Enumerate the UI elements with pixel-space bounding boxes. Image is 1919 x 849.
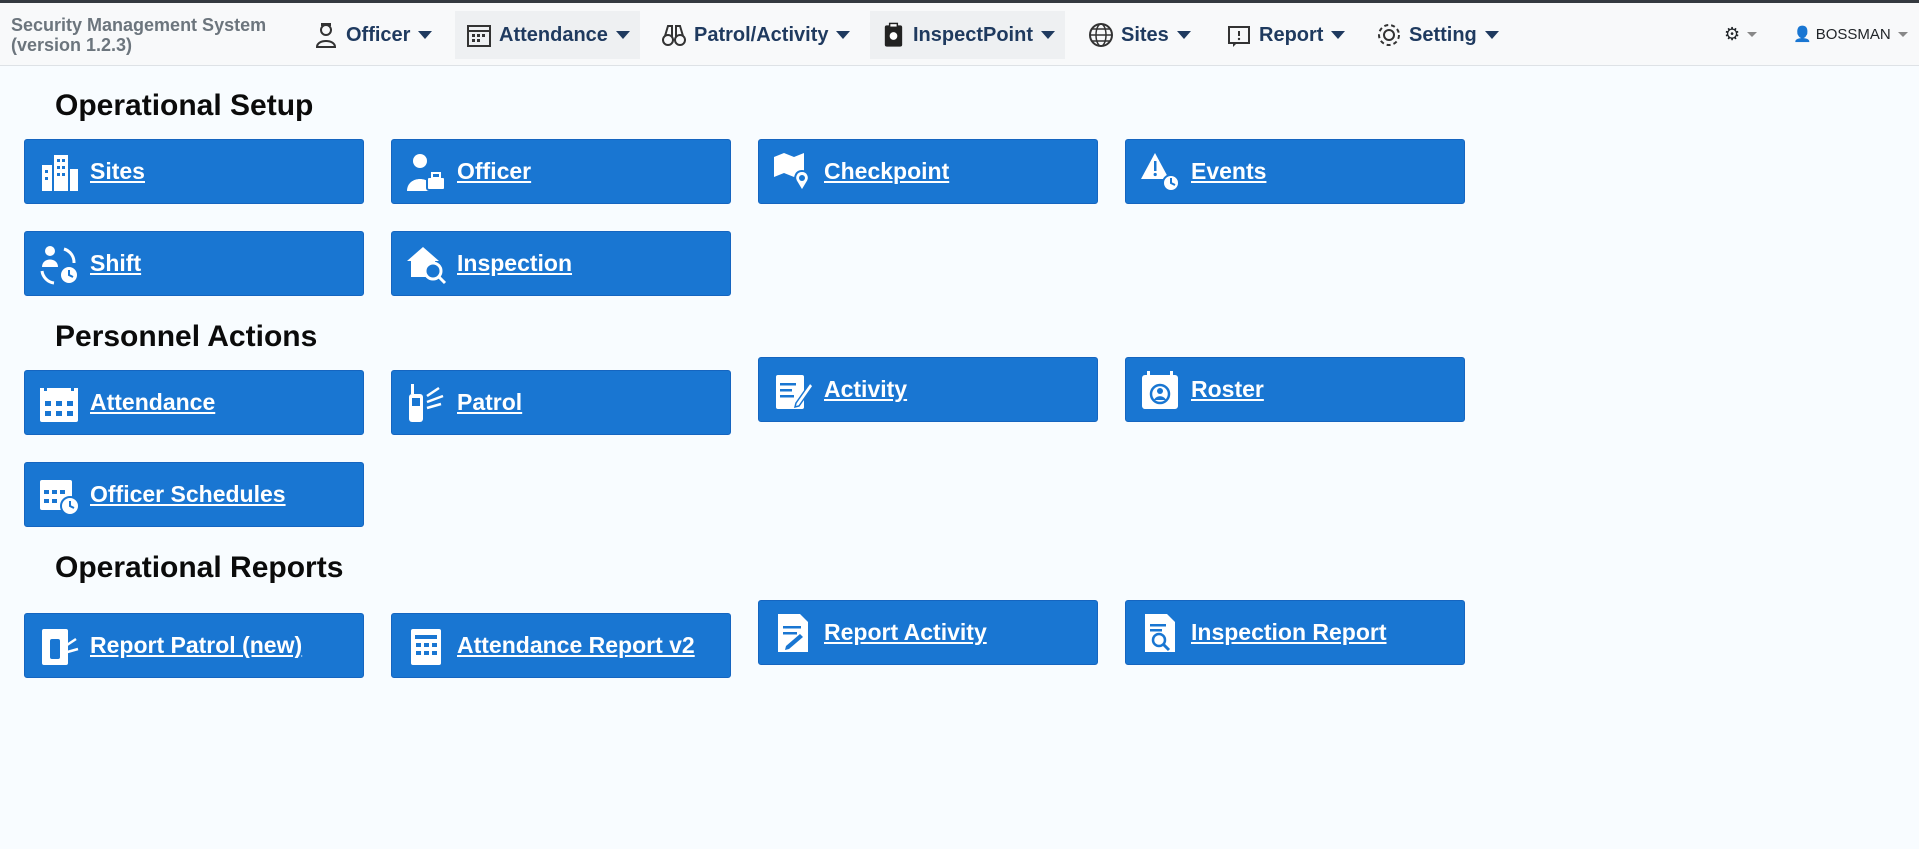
tile-attendance-label: Attendance — [90, 389, 216, 415]
nav-setting-label: Setting — [1409, 23, 1477, 46]
tile-checkpoint[interactable]: Checkpoint — [758, 139, 1098, 204]
tile-attendance-report-label: Attendance Report v2 — [457, 632, 695, 658]
chevron-down-icon — [418, 31, 433, 39]
chevron-down-icon — [1041, 31, 1055, 39]
tile-report-activity[interactable]: Report Activity — [758, 600, 1098, 665]
nav-sites[interactable]: Sites — [1077, 11, 1201, 59]
tile-inspection[interactable]: Inspection — [391, 231, 731, 296]
nav-officer[interactable]: Officer — [302, 11, 442, 59]
globe-icon — [1089, 23, 1113, 47]
nav-report-label: Report — [1259, 23, 1324, 46]
tile-patrol-label: Patrol — [457, 389, 523, 415]
tile-roster-label: Roster — [1191, 376, 1264, 402]
clipboard-icon — [884, 22, 903, 47]
chevron-down-icon — [1484, 31, 1499, 39]
top-navbar: Security Management System (version 1.2.… — [0, 3, 1919, 66]
user-name: BOSSMAN — [1815, 25, 1891, 43]
tile-officer[interactable]: Officer — [391, 139, 731, 204]
shift-rotation-icon — [37, 242, 81, 286]
report-icon — [1228, 26, 1250, 47]
tile-activity-label: Activity — [824, 376, 908, 402]
nav-officer-label: Officer — [346, 23, 411, 46]
nav-patrol-activity[interactable]: Patrol/Activity — [650, 11, 860, 59]
chevron-down-icon — [615, 31, 630, 39]
tile-attendance-report[interactable]: Attendance Report v2 — [391, 613, 731, 678]
tile-officer-schedules[interactable]: Officer Schedules — [24, 462, 364, 527]
warning-clock-icon — [1138, 150, 1182, 194]
app-brand[interactable]: Security Management System (version 1.2.… — [11, 15, 266, 55]
house-search-icon — [404, 242, 448, 286]
tile-shift[interactable]: Shift — [24, 231, 364, 296]
tile-sites[interactable]: Sites — [24, 139, 364, 204]
document-edit-icon — [771, 611, 815, 655]
walkie-talkie-icon — [404, 381, 448, 425]
calendar-report-icon — [404, 624, 448, 668]
notepad-pen-icon — [771, 368, 815, 412]
nav-inspectpoint-label: InspectPoint — [912, 23, 1033, 46]
chevron-down-icon — [1331, 31, 1346, 39]
tile-shift-label: Shift — [90, 250, 142, 276]
tile-inspection-report[interactable]: Inspection Report — [1125, 600, 1465, 665]
gear-icon — [1378, 24, 1400, 46]
tile-inspection-report-label: Inspection Report — [1191, 619, 1387, 645]
binoculars-icon — [662, 25, 686, 46]
nav-inspectpoint[interactable]: InspectPoint — [870, 11, 1065, 59]
tile-activity[interactable]: Activity — [758, 357, 1098, 422]
tile-report-patrol-label: Report Patrol (new) — [90, 632, 303, 658]
officer-icon — [315, 23, 337, 48]
cog-icon: ⚙ — [1724, 23, 1741, 44]
document-search-icon — [1138, 611, 1182, 655]
section-operational-reports: Operational Reports — [55, 551, 344, 584]
map-pin-icon — [771, 150, 815, 194]
building-icon — [37, 150, 81, 194]
calendar-clock-icon — [37, 473, 81, 517]
brand-version: (version 1.2.3) — [11, 35, 133, 55]
tile-patrol[interactable]: Patrol — [391, 370, 731, 435]
nav-report[interactable]: Report — [1215, 11, 1355, 59]
user-dropdown[interactable]: 👤 BOSSMAN — [1793, 17, 1908, 51]
tile-attendance[interactable]: Attendance — [24, 370, 364, 435]
calendar-user-icon — [1138, 368, 1182, 412]
report-patrol-icon — [37, 624, 81, 668]
nav-setting[interactable]: Setting — [1365, 11, 1509, 59]
nav-attendance-label: Attendance — [499, 23, 608, 46]
tile-events[interactable]: Events — [1125, 139, 1465, 204]
tile-inspection-label: Inspection — [457, 250, 573, 276]
nav-patrol-activity-label: Patrol/Activity — [694, 23, 829, 46]
calendar-grid-icon — [37, 381, 81, 425]
officer-briefcase-icon — [404, 150, 448, 194]
tile-report-patrol[interactable]: Report Patrol (new) — [24, 613, 364, 678]
settings-dropdown[interactable]: ⚙ — [1724, 17, 1758, 51]
tile-checkpoint-label: Checkpoint — [824, 158, 950, 184]
tile-report-activity-label: Report Activity — [824, 619, 987, 645]
chevron-down-icon — [1747, 31, 1758, 37]
section-personnel-actions: Personnel Actions — [55, 320, 318, 353]
nav-attendance[interactable]: Attendance — [455, 11, 640, 59]
tile-officer-schedules-label: Officer Schedules — [90, 481, 286, 507]
tile-roster[interactable]: Roster — [1125, 357, 1465, 422]
brand-title: Security Management System — [11, 15, 267, 35]
tile-sites-label: Sites — [90, 158, 145, 184]
tile-officer-label: Officer — [457, 158, 532, 184]
calendar-icon — [467, 25, 491, 47]
nav-sites-label: Sites — [1121, 23, 1169, 46]
chevron-down-icon — [836, 31, 851, 39]
chevron-down-icon — [1176, 31, 1191, 39]
tile-events-label: Events — [1191, 158, 1267, 184]
user-icon: 👤 — [1793, 26, 1812, 43]
section-operational-setup: Operational Setup — [55, 89, 314, 122]
chevron-down-icon — [1897, 31, 1908, 37]
